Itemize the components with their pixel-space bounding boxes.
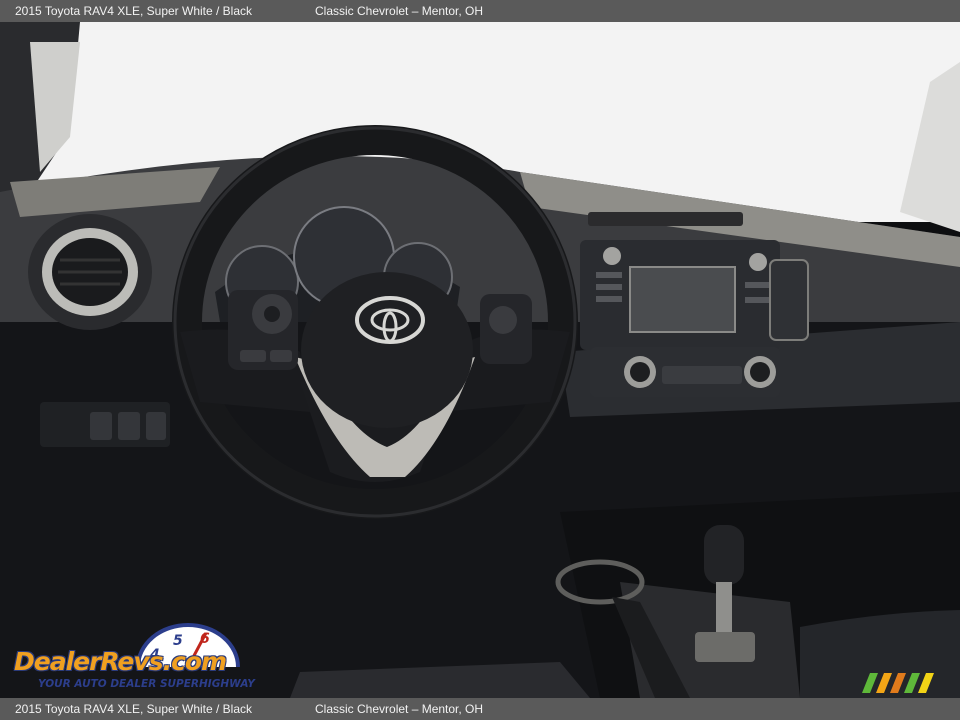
dealer-location: Classic Chevrolet – Mentor, OH <box>315 4 484 18</box>
dealer-badge-stripes-icon <box>862 673 934 693</box>
switch-panel-left <box>40 402 170 447</box>
dealerrevs-logo-text: DealerRevs.com <box>14 647 227 676</box>
wheel-controls-right <box>480 294 532 364</box>
gear-shifter <box>704 525 744 585</box>
top-caption-bar: 2015 Toyota RAV4 XLE, Super White / Blac… <box>0 0 960 22</box>
dealerrevs-watermark: 4 5 6 DealerRevs.com YOUR AUTO DEALER SU… <box>10 623 270 695</box>
center-stack <box>580 240 809 397</box>
wheel-controls-left <box>228 290 298 370</box>
dealer-location-footer: Classic Chevrolet – Mentor, OH <box>315 702 484 716</box>
vehicle-title: 2015 Toyota RAV4 XLE, Super White / Blac… <box>15 4 253 18</box>
bottom-caption-bar: 2015 Toyota RAV4 XLE, Super White / Blac… <box>0 698 960 720</box>
center-vent-strip <box>588 212 743 226</box>
infotainment-screen <box>629 266 736 333</box>
dealerrevs-tagline: YOUR AUTO DEALER SUPERHIGHWAY <box>38 678 255 690</box>
airbag-hub <box>301 272 473 428</box>
air-vent-left <box>28 214 152 330</box>
vehicle-title-footer: 2015 Toyota RAV4 XLE, Super White / Blac… <box>15 702 253 716</box>
interior-photo <box>0 22 960 698</box>
